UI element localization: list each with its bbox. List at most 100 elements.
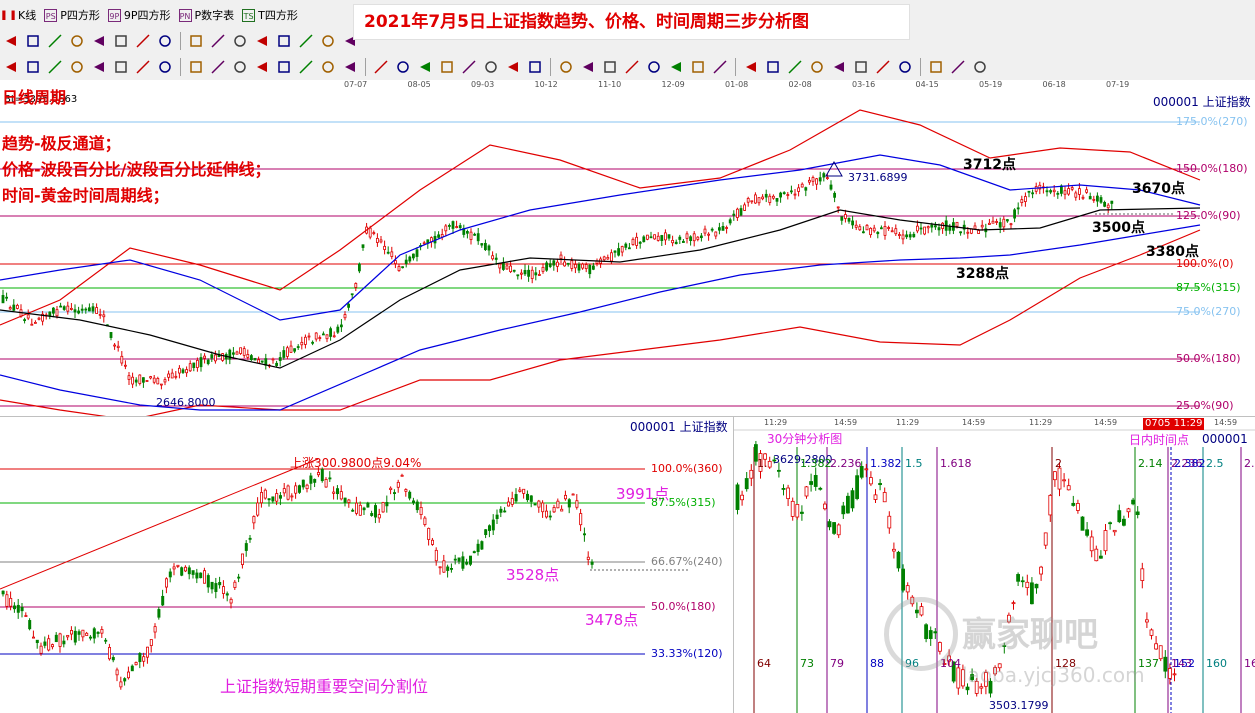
analysis-tool-icon[interactable] xyxy=(764,58,782,76)
analysis-tool-icon[interactable] xyxy=(557,58,575,76)
candle-body xyxy=(638,241,642,244)
drawing-tool-icon[interactable] xyxy=(24,32,42,50)
analysis-tool-icon[interactable] xyxy=(579,58,597,76)
candle-body xyxy=(145,646,149,658)
candle-body xyxy=(32,636,36,639)
drawing-tool-icon[interactable] xyxy=(319,32,337,50)
level-label: 125.0%(90) xyxy=(1176,209,1241,222)
candle-body xyxy=(678,236,682,240)
analysis-tool-icon[interactable] xyxy=(711,58,729,76)
candle-body xyxy=(455,226,459,228)
analysis-tool-icon[interactable] xyxy=(2,58,20,76)
candle-body xyxy=(191,570,195,575)
candle-body xyxy=(855,475,859,499)
drawing-tool-icon[interactable] xyxy=(187,32,205,50)
drawing-tool-icon[interactable] xyxy=(275,32,293,50)
analysis-tool-icon[interactable] xyxy=(927,58,945,76)
analysis-tool-icon[interactable] xyxy=(112,58,130,76)
candle-body xyxy=(487,525,491,531)
candle-body xyxy=(343,497,347,503)
analysis-tool-icon[interactable] xyxy=(460,58,478,76)
candle-body xyxy=(92,628,96,639)
analysis-tool-icon[interactable] xyxy=(68,58,86,76)
analysis-tool-icon[interactable] xyxy=(134,58,152,76)
daily-chart-panel[interactable]: 07-07 08-05 09-03 10-12 11-10 12-09 01-08 02-08… xyxy=(0,80,1255,416)
analysis-tool-icon[interactable] xyxy=(297,58,315,76)
drawing-tool-icon[interactable] xyxy=(90,32,108,50)
analysis-tool-icon[interactable] xyxy=(949,58,967,76)
analysis-tool-icon[interactable] xyxy=(231,58,249,76)
analysis-tool-icon[interactable] xyxy=(416,58,434,76)
candle-body xyxy=(919,227,923,230)
tab-kline[interactable]: ▌▐ K线 xyxy=(0,4,42,26)
candle-body xyxy=(248,537,252,540)
candle-body xyxy=(743,204,746,211)
analysis-tool-icon[interactable] xyxy=(394,58,412,76)
analysis-tool-icon[interactable] xyxy=(667,58,685,76)
candle-body xyxy=(296,346,300,348)
candle-body xyxy=(836,524,841,536)
analysis-tool-icon[interactable] xyxy=(187,58,205,76)
candle-body xyxy=(538,274,541,276)
tab-9p-square[interactable]: 9P 9P四方形 xyxy=(106,4,177,26)
time-tick-label: 14:59 xyxy=(1214,418,1238,427)
drawing-tool-icon[interactable] xyxy=(156,32,174,50)
candle-body xyxy=(851,220,854,226)
time-tick-label: 14:59 xyxy=(1094,418,1118,427)
analysis-tool-icon[interactable] xyxy=(971,58,989,76)
tab-p-number-table[interactable]: PN P数字表 xyxy=(177,4,241,26)
analysis-tool-icon[interactable] xyxy=(90,58,108,76)
tab-t-square[interactable]: TS T四方形 xyxy=(240,4,304,26)
candle-body xyxy=(1088,196,1092,200)
analysis-tool-icon[interactable] xyxy=(275,58,293,76)
analysis-tool-icon[interactable] xyxy=(526,58,544,76)
analysis-tool-icon[interactable] xyxy=(896,58,914,76)
drawing-tool-icon[interactable] xyxy=(68,32,86,50)
analysis-tool-icon[interactable] xyxy=(645,58,663,76)
period-annotation: 日线周期 xyxy=(2,88,67,107)
date-tick-label: 07-19 xyxy=(1106,80,1130,89)
drawing-tool-icon[interactable] xyxy=(209,32,227,50)
analysis-tool-icon[interactable] xyxy=(24,58,42,76)
intraday-chart-panel[interactable]: 11:29 14:59 11:29 14:59 11:29 14:59 14:59 0705… xyxy=(733,416,1255,713)
analysis-tool-icon[interactable] xyxy=(786,58,804,76)
drawing-tool-icon[interactable] xyxy=(112,32,130,50)
bl-index-code-label: 000001 上证指数 xyxy=(630,420,728,434)
drawing-tool-icon[interactable] xyxy=(231,32,249,50)
candle-body xyxy=(800,183,804,188)
analysis-tool-icon[interactable] xyxy=(482,58,500,76)
candle-body xyxy=(465,561,469,565)
analysis-tool-icon[interactable] xyxy=(438,58,456,76)
drawing-tool-icon[interactable] xyxy=(2,32,20,50)
candle-body xyxy=(1081,196,1085,199)
analysis-tool-icon[interactable] xyxy=(830,58,848,76)
analysis-tool-icon[interactable] xyxy=(874,58,892,76)
analysis-tool-icon[interactable] xyxy=(253,58,271,76)
drawing-tool-icon[interactable] xyxy=(297,32,315,50)
analysis-tool-icon[interactable] xyxy=(209,58,227,76)
drawing-tool-icon[interactable] xyxy=(253,32,271,50)
candle-body xyxy=(115,669,119,676)
drawing-tool-icon[interactable] xyxy=(46,32,64,50)
analysis-tool-icon[interactable] xyxy=(623,58,641,76)
candle-body xyxy=(415,249,419,257)
analysis-tool-icon[interactable] xyxy=(504,58,522,76)
candle-body xyxy=(1067,188,1070,195)
tab-p-square[interactable]: PS P四方形 xyxy=(42,4,106,26)
analysis-tool-icon[interactable] xyxy=(689,58,707,76)
candle-body xyxy=(509,265,513,273)
analysis-tool-icon[interactable] xyxy=(742,58,760,76)
analysis-tool-icon[interactable] xyxy=(341,58,359,76)
analysis-tool-icon[interactable] xyxy=(852,58,870,76)
drawing-tool-icon[interactable] xyxy=(134,32,152,50)
candle-body xyxy=(689,236,692,241)
analysis-tool-icon[interactable] xyxy=(319,58,337,76)
analysis-tool-icon[interactable] xyxy=(601,58,619,76)
analysis-tool-icon[interactable] xyxy=(46,58,64,76)
analysis-tool-icon[interactable] xyxy=(156,58,174,76)
short-term-chart-panel[interactable]: 000001 上证指数 上涨300.9800点9.04% 3991点 3528点… xyxy=(0,416,733,713)
analysis-tool-icon[interactable] xyxy=(808,58,826,76)
candle-body xyxy=(408,491,412,499)
candle-body xyxy=(142,656,146,662)
analysis-tool-icon[interactable] xyxy=(372,58,390,76)
